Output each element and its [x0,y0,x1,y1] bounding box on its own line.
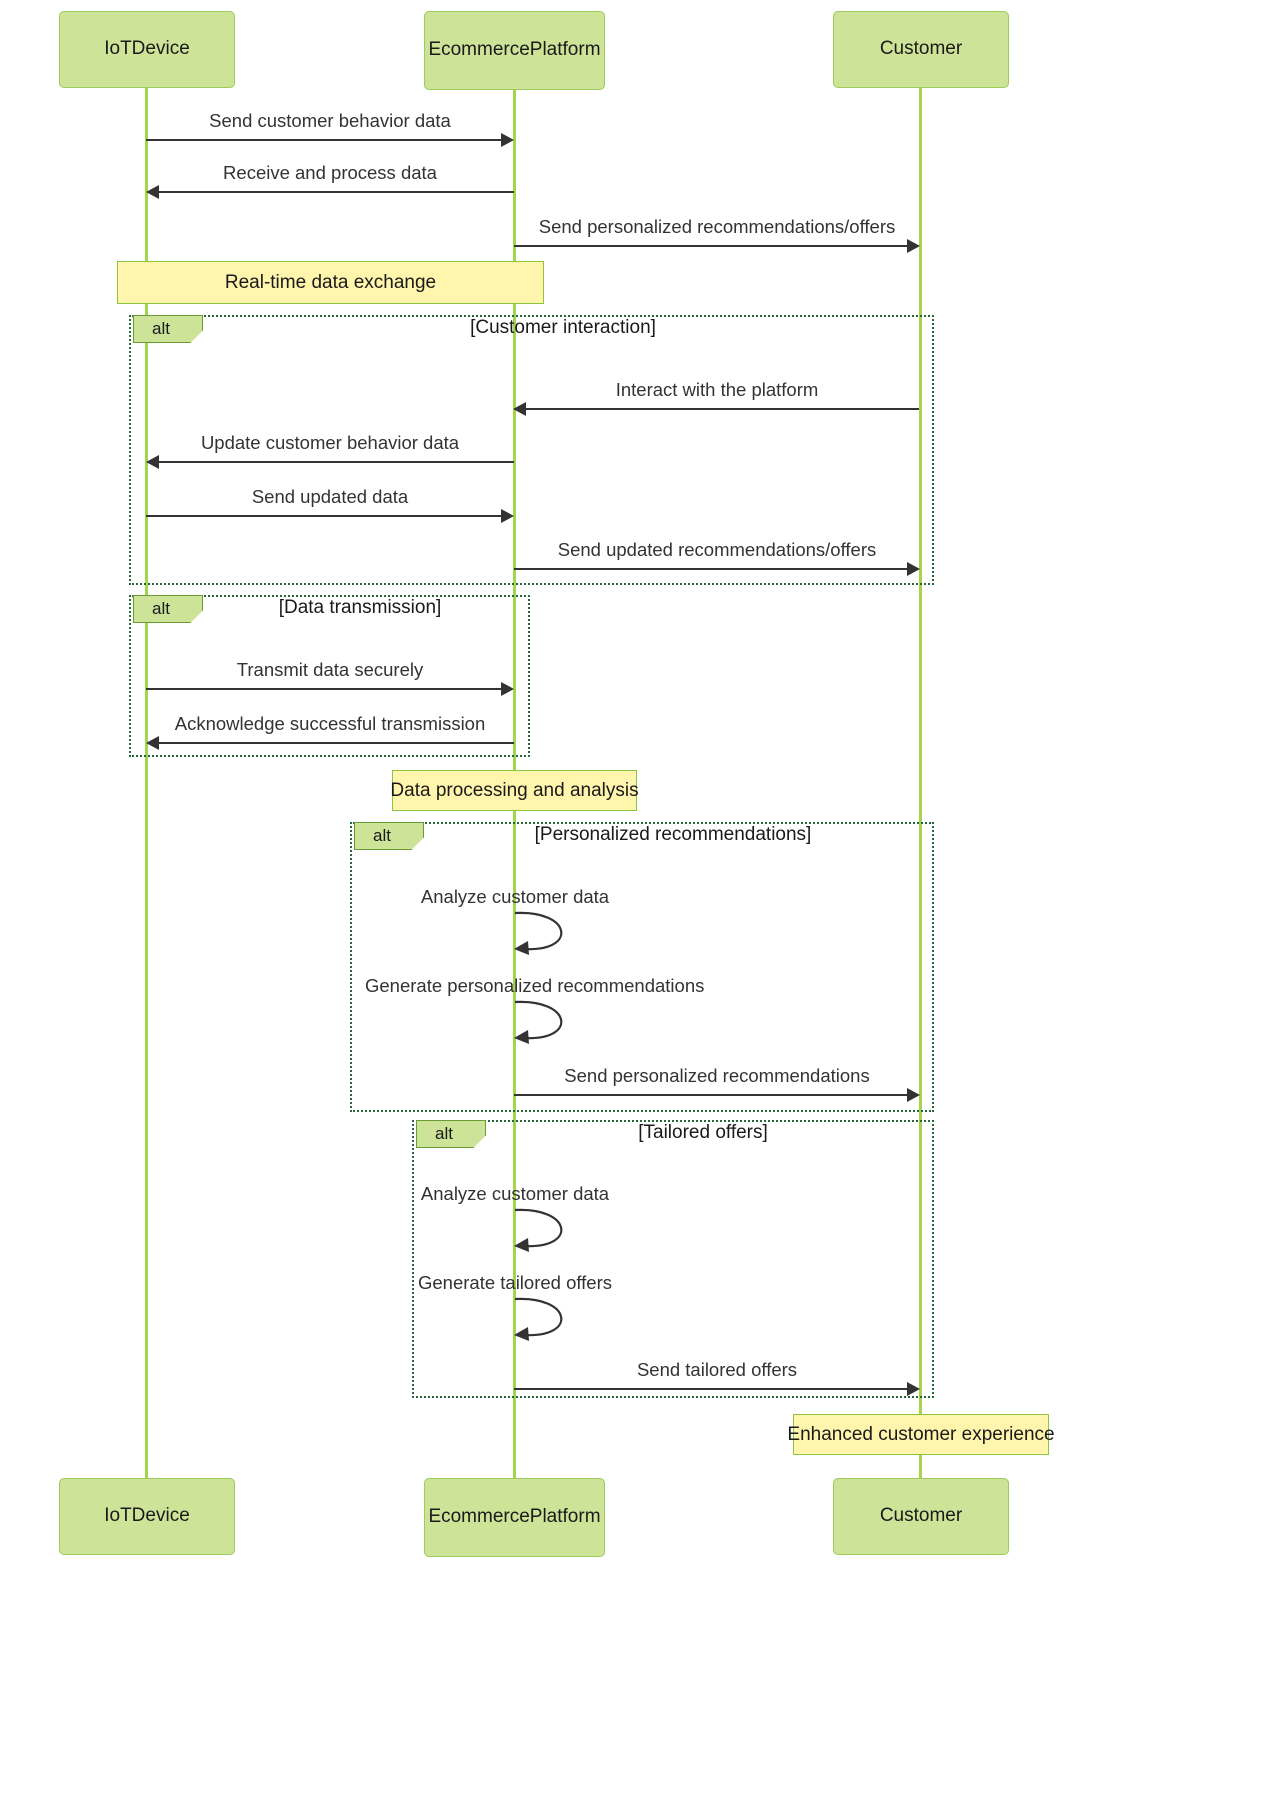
alt-block-tailored-offers [412,1120,934,1398]
note-real-time-data-exchange: Real-time data exchange [117,261,544,304]
message-line-send-updated-data [146,515,501,518]
message-line-send-updated-recommendations-offers [514,568,907,571]
message-label-analyze-customer-data-1: Analyze customer data [420,886,610,907]
actor-box-iotdevice-bottom[interactable]: IoTDevice [59,1478,235,1555]
actor-box-customer-bottom[interactable]: Customer [833,1478,1009,1555]
arrowhead-right-send-personalized-recommendations [907,1088,920,1102]
alt-tag-label-tailored-offers: alt [435,1124,453,1143]
note-label-enhanced-customer-experience: Enhanced customer experience [787,1423,1055,1445]
message-label-send-updated-data: Send updated data [251,486,409,507]
actor-box-customer-top[interactable]: Customer [833,11,1009,88]
message-label-update-customer-behavior-data: Update customer behavior data [200,432,460,453]
message-label-transmit-data-securely: Transmit data securely [236,659,424,680]
alt-tag-personalized-recommendations: alt [354,822,424,850]
arrowhead-left-acknowledge-successful-transmission [146,736,159,750]
arrowhead-right-send-customer-behavior-data [501,133,514,147]
alt-condition-personalized-recommendations: [Personalized recommendations] [534,824,812,845]
actor-box-iotdevice-top[interactable]: IoTDevice [59,11,235,88]
actor-label-ecommerceplatform-bottom: EcommercePlatform [428,1506,601,1528]
actor-label-ecommerceplatform-top: EcommercePlatform [428,39,601,61]
message-line-send-personalized-recommendations-offers [514,245,907,248]
message-label-send-tailored-offers: Send tailored offers [636,1359,798,1380]
alt-tag-tailored-offers: alt [416,1120,486,1148]
message-label-generate-tailored-offers: Generate tailored offers [417,1272,613,1293]
self-loop-generate-personalized-recommendations [514,1000,563,1044]
message-label-send-customer-behavior-data: Send customer behavior data [209,110,451,131]
arrowhead-right-send-updated-recommendations-offers [907,562,920,576]
actor-label-iotdevice-bottom: IoTDevice [104,1505,190,1527]
note-label-real-time-data-exchange: Real-time data exchange [224,271,437,293]
alt-tag-data-transmission: alt [133,595,203,623]
arrowhead-right-send-tailored-offers [907,1382,920,1396]
sequence-diagram-canvas: IoTDevice EcommercePlatform Customer Sen… [0,0,1280,1811]
message-line-interact-with-the-platform [526,408,919,411]
message-line-send-personalized-recommendations [514,1094,907,1097]
alt-tag-label-personalized-recommendations: alt [373,826,391,845]
arrowhead-left-receive-and-process-data [146,185,159,199]
message-line-receive-and-process-data [159,191,514,194]
message-label-generate-personalized-recommendations: Generate personalized recommendations [365,975,705,996]
note-data-processing-and-analysis: Data processing and analysis [390,770,639,811]
actor-label-customer-top: Customer [879,38,963,60]
actor-box-ecommerceplatform-top[interactable]: EcommercePlatform [424,11,605,90]
self-loop-analyze-customer-data-2 [514,1208,563,1252]
note-label-data-processing-and-analysis: Data processing and analysis [390,779,639,801]
arrowhead-left-interact-with-the-platform [513,402,526,416]
alt-condition-data-transmission: [Data transmission] [278,597,442,618]
self-loop-generate-tailored-offers [514,1297,563,1341]
alt-condition-customer-interaction: [Customer interaction] [470,317,656,338]
actor-label-customer-bottom: Customer [879,1505,963,1527]
arrowhead-left-update-customer-behavior-data [146,455,159,469]
arrowhead-right-send-updated-data [501,509,514,523]
alt-condition-tailored-offers: [Tailored offers] [638,1122,768,1143]
message-label-interact-with-the-platform: Interact with the platform [615,379,819,400]
message-label-send-personalized-recommendations-offers: Send personalized recommendations/offers [538,216,896,237]
message-label-analyze-customer-data-2: Analyze customer data [420,1183,610,1204]
alt-tag-customer-interaction: alt [133,315,203,343]
alt-tag-label-customer-interaction: alt [152,319,170,338]
alt-tag-label-data-transmission: alt [152,599,170,618]
message-label-send-updated-recommendations-offers: Send updated recommendations/offers [557,539,877,560]
message-label-acknowledge-successful-transmission: Acknowledge successful transmission [174,713,486,734]
note-enhanced-customer-experience: Enhanced customer experience [787,1414,1055,1455]
actor-label-iotdevice-top: IoTDevice [104,38,190,60]
message-line-transmit-data-securely [146,688,501,691]
message-line-send-tailored-offers [514,1388,907,1391]
arrowhead-right-transmit-data-securely [501,682,514,696]
message-line-acknowledge-successful-transmission [159,742,514,745]
message-label-receive-and-process-data: Receive and process data [223,162,437,183]
message-line-send-customer-behavior-data [146,139,501,142]
message-line-update-customer-behavior-data [159,461,514,464]
actor-box-ecommerceplatform-bottom[interactable]: EcommercePlatform [424,1478,605,1557]
self-loop-analyze-customer-data-1 [514,911,563,955]
arrowhead-right-send-personalized-recommendations-offers [907,239,920,253]
message-label-send-personalized-recommendations: Send personalized recommendations [564,1065,870,1086]
